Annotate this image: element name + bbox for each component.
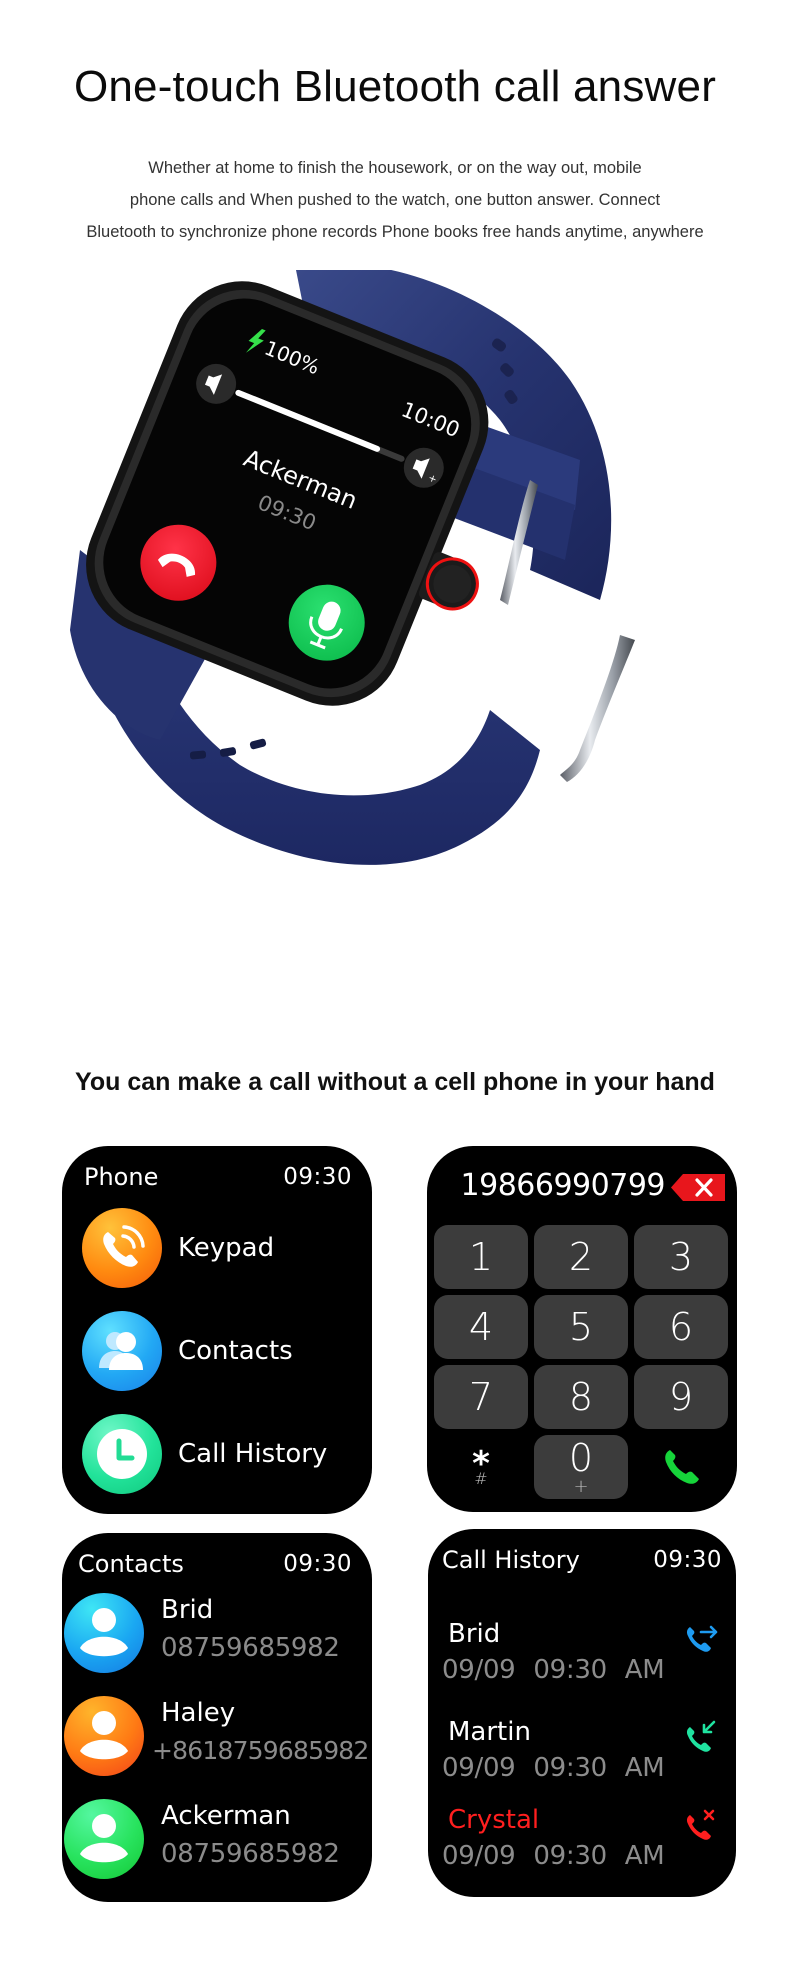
phone-menu-screen: Phone 09:30 Keypad Contacts Call History [62, 1146, 372, 1514]
hero-description-line: Bluetooth to synchronize phone records P… [86, 223, 704, 241]
screen-header: Contacts 09:30 [78, 1547, 352, 1581]
screen-time: 09:30 [653, 1547, 722, 1573]
key-3[interactable]: 3 [634, 1225, 728, 1289]
keypad-grid: 1 2 3 4 5 6 7 8 9 * # 0 + [434, 1225, 729, 1499]
outgoing-call-icon [686, 1625, 718, 1652]
dialed-number[interactable]: 19866990799 [461, 1168, 666, 1203]
menu-item-label: Call History [178, 1439, 328, 1469]
contact-avatar-icon [64, 1799, 144, 1879]
key-6[interactable]: 6 [634, 1295, 728, 1359]
screen-header: Call History 09:30 [442, 1543, 722, 1577]
contact-avatar-icon [64, 1593, 144, 1673]
backspace-icon[interactable] [671, 1174, 725, 1201]
screen-time: 09:30 [283, 1551, 352, 1577]
call-datetime: 09/09 09:30 AM [442, 1841, 665, 1871]
screen-header: Phone 09:30 [84, 1160, 352, 1194]
key-main: * [472, 1444, 490, 1484]
phone-ringing-icon [82, 1208, 162, 1288]
key-main: 0 [568, 1435, 594, 1480]
key-7[interactable]: 7 [434, 1365, 528, 1429]
contacts-icon [82, 1311, 162, 1391]
key-2[interactable]: 2 [534, 1225, 628, 1289]
key-star-hash[interactable]: * # [434, 1435, 528, 1499]
key-4[interactable]: 4 [434, 1295, 528, 1359]
contact-avatar-icon [64, 1696, 144, 1776]
menu-item-call-history[interactable]: Call History [82, 1414, 362, 1494]
contact-phone: 08759685982 [161, 1839, 340, 1869]
key-9[interactable]: 9 [634, 1365, 728, 1429]
screen-title: Contacts [78, 1550, 184, 1578]
contact-item[interactable]: Haley +8618759685982 [64, 1696, 370, 1778]
smartwatch-product-image: 100% + 10:00 Ackerman 09:30 [60, 262, 740, 990]
hero-description-line: phone calls and When pushed to the watch… [129, 191, 661, 209]
contact-name: Brid [161, 1595, 214, 1625]
contact-name: Ackerman [161, 1801, 291, 1831]
dialpad-screen: 19866990799 1 2 3 4 5 6 7 8 9 * # 0 + [427, 1146, 737, 1512]
menu-item-label: Keypad [178, 1233, 275, 1263]
call-button[interactable] [634, 1435, 728, 1499]
hero-title: One-touch Bluetooth call answer [73, 62, 717, 111]
call-history-item[interactable]: Martin 09/09 09:30 AM [442, 1717, 728, 1791]
screen-title: Call History [442, 1546, 580, 1574]
call-datetime: 09/09 09:30 AM [442, 1655, 665, 1685]
caller-name: Brid [448, 1619, 501, 1649]
contact-item[interactable]: Brid 08759685982 [64, 1593, 370, 1675]
section-title: You can make a call without a cell phone… [75, 1068, 715, 1096]
contacts-screen: Contacts 09:30 Brid 08759685982 Haley +8… [62, 1533, 372, 1902]
call-history-screen: Call History 09:30 Brid 09/09 09:30 AM M… [428, 1529, 736, 1897]
missed-call-icon [686, 1809, 715, 1840]
screen-title: Phone [84, 1163, 159, 1191]
clock-icon [82, 1414, 162, 1494]
key-5[interactable]: 5 [534, 1295, 628, 1359]
call-icon [665, 1450, 699, 1484]
hero-description-line: Whether at home to finish the housework,… [148, 159, 642, 177]
contact-name: Haley [161, 1698, 236, 1728]
contact-item[interactable]: Ackerman 08759685982 [64, 1799, 370, 1881]
key-1[interactable]: 1 [434, 1225, 528, 1289]
contact-phone: 08759685982 [161, 1633, 340, 1663]
menu-item-contacts[interactable]: Contacts [82, 1311, 362, 1391]
contact-phone: +8618759685982 [152, 1736, 369, 1765]
screen-time: 09:30 [283, 1164, 352, 1190]
incoming-call-icon [686, 1720, 716, 1752]
menu-item-label: Contacts [178, 1336, 293, 1366]
call-history-item[interactable]: Crystal 09/09 09:30 AM [442, 1805, 728, 1879]
caller-name: Crystal [448, 1805, 540, 1835]
key-sub: # [474, 1469, 488, 1488]
key-0[interactable]: 0 + [534, 1435, 628, 1499]
key-sub: + [573, 1475, 589, 1497]
key-8[interactable]: 8 [534, 1365, 628, 1429]
menu-item-keypad[interactable]: Keypad [82, 1208, 362, 1288]
caller-name: Martin [448, 1717, 531, 1747]
hero-description: Whether at home to finish the housework,… [0, 152, 790, 248]
call-datetime: 09/09 09:30 AM [442, 1753, 665, 1783]
call-history-item[interactable]: Brid 09/09 09:30 AM [442, 1619, 728, 1693]
